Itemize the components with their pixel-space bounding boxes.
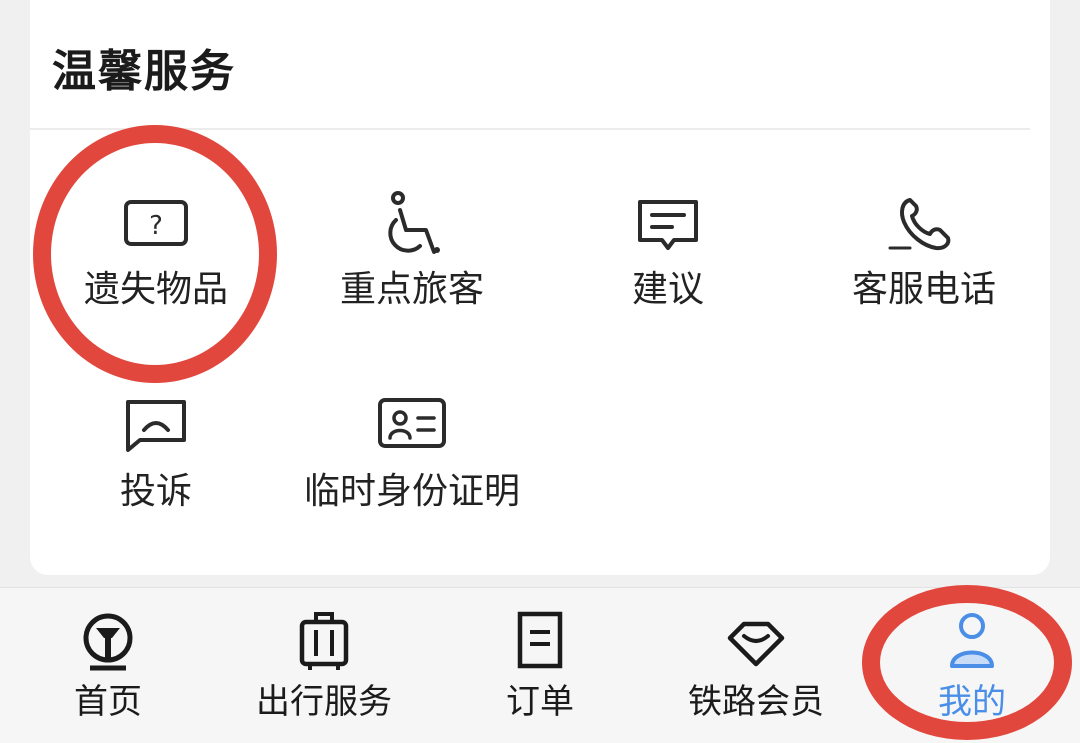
- phone-icon: [888, 198, 951, 251]
- service-label: 客服电话: [851, 269, 996, 310]
- tab-home[interactable]: 首页: [0, 588, 216, 743]
- complaint-icon: [126, 400, 186, 452]
- lost-item-icon: ?: [124, 200, 188, 246]
- diamond-icon: [727, 621, 785, 667]
- service-complaint[interactable]: 投诉: [36, 392, 276, 562]
- tab-label: 订单: [506, 682, 574, 722]
- bottom-tab-bar: 首页 出行服务 订单 铁路会员 我的: [0, 587, 1080, 743]
- id-card-icon: [378, 398, 446, 448]
- service-priority-passenger[interactable]: 重点旅客: [292, 190, 532, 360]
- tab-label: 铁路会员: [688, 682, 824, 722]
- service-label: 建议: [631, 269, 704, 310]
- order-icon: [517, 611, 563, 669]
- svg-text:?: ?: [149, 211, 163, 241]
- service-customer-hotline[interactable]: 客服电话: [804, 190, 1044, 360]
- tab-travel-service[interactable]: 出行服务: [216, 588, 432, 743]
- divider: [30, 128, 1030, 130]
- service-label: 遗失物品: [83, 269, 228, 310]
- section-title: 温馨服务: [52, 46, 236, 97]
- tab-mine[interactable]: 我的: [864, 588, 1080, 743]
- service-lost-items[interactable]: ? 遗失物品: [36, 190, 276, 360]
- service-label: 重点旅客: [339, 269, 484, 310]
- wheelchair-icon: [388, 191, 440, 254]
- tab-label: 首页: [74, 682, 142, 722]
- tab-orders[interactable]: 订单: [432, 588, 648, 743]
- tab-railway-member[interactable]: 铁路会员: [648, 588, 864, 743]
- service-label: 投诉: [119, 471, 192, 512]
- suggestion-icon: [638, 200, 698, 250]
- luggage-icon: [299, 612, 349, 670]
- tab-label: 我的: [938, 682, 1006, 722]
- service-temp-id[interactable]: 临时身份证明: [292, 392, 532, 562]
- service-suggestion[interactable]: 建议: [548, 190, 788, 360]
- user-icon: [950, 613, 994, 668]
- railway-logo-icon: [83, 613, 133, 671]
- service-label: 临时身份证明: [303, 471, 520, 512]
- tab-label: 出行服务: [256, 682, 392, 722]
